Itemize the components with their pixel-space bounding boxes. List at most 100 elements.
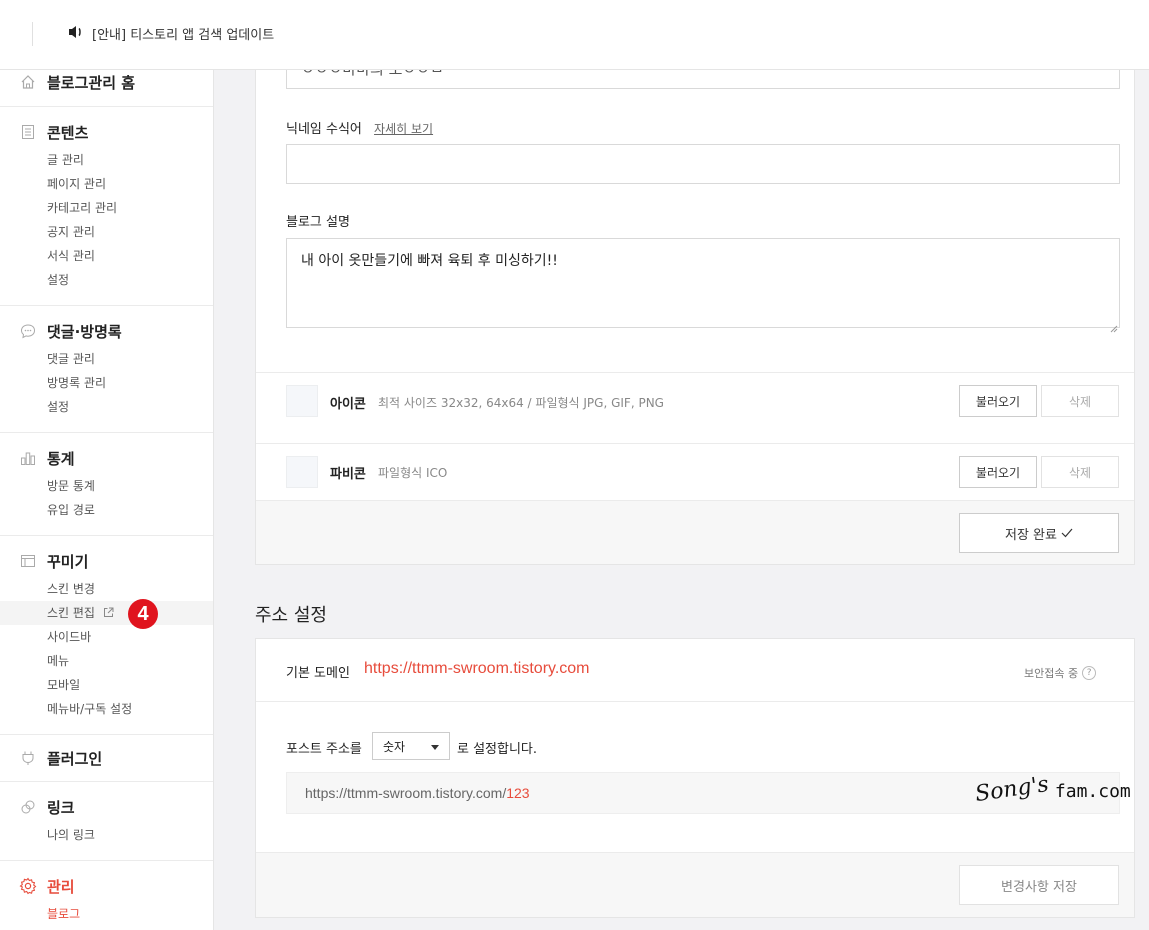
home-icon (19, 73, 37, 91)
sidebar-item-home[interactable]: 블로그관리 홈 (0, 70, 213, 94)
favicon-title: 파비콘 (330, 467, 366, 482)
watermark: Song's fam.com (974, 772, 1131, 807)
sidebar-item-menu[interactable]: 메뉴 (0, 649, 213, 673)
favicon-preview (286, 456, 318, 488)
divider (256, 701, 1134, 702)
sidebar-item-skin-change[interactable]: 스킨 변경 (0, 577, 213, 601)
bar-chart-icon (19, 449, 37, 467)
icon-delete-button[interactable]: 삭제 (1041, 385, 1119, 417)
post-addr-select[interactable]: 숫자 (372, 732, 450, 760)
sidebar-item-comments[interactable]: 댓글·방명록 (0, 319, 213, 343)
url-prefix: https://ttmm-swroom.tistory.com/ (305, 785, 507, 801)
address-card: 기본 도메인 https://ttmm-swroom.tistory.com 보… (255, 638, 1135, 918)
post-addr-label: 포스트 주소를 (286, 742, 362, 757)
secure-status: 보안접속 중 ? (1024, 665, 1134, 681)
document-icon (19, 123, 37, 141)
nickname-label: 닉네임 수식어 자세히 보기 (286, 118, 433, 137)
sidebar-stats-title: 통계 (47, 449, 75, 468)
layout-icon (19, 552, 37, 570)
post-addr-suffix: 로 설정합니다. (457, 742, 538, 757)
skin-edit-label: 스킨 편집 (47, 606, 95, 620)
caret-down-icon (431, 739, 439, 753)
sidebar-item-my-links[interactable]: 나의 링크 (0, 823, 213, 847)
notice[interactable]: [안내] 티스토리 앱 검색 업데이트 (68, 24, 274, 43)
sidebar-item-comment-manage[interactable]: 댓글 관리 (0, 347, 213, 371)
icon-preview (286, 385, 318, 417)
sidebar-item-manage[interactable]: 관리 (0, 874, 213, 898)
sidebar-section-link: 링크 나의 링크 (0, 782, 213, 861)
secure-text: 보안접속 중 (1024, 667, 1079, 680)
sidebar-item-contents-settings[interactable]: 설정 (0, 268, 213, 292)
sidebar-item-design[interactable]: 꾸미기 (0, 549, 213, 573)
speech-bubble-icon (19, 322, 37, 340)
sidebar-item-menubar[interactable]: 메뉴바/구독 설정 (0, 697, 213, 721)
post-addr-select-value: 숫자 (383, 739, 406, 754)
top-bar: [안내] 티스토리 앱 검색 업데이트 (0, 0, 1149, 70)
watermark-script: Song's (973, 771, 1051, 808)
gear-icon (19, 877, 37, 895)
default-domain-label: 기본 도메인 (286, 666, 350, 681)
blog-desc-textarea[interactable]: 내 아이 옷만들기에 빠져 육퇴 후 미싱하기!! (286, 238, 1120, 328)
nickname-label-text: 닉네임 수식어 (286, 122, 362, 137)
main-content: ㅇㅇㅇ바바의 오ㅇㅇㅁ 닉네임 수식어 자세히 보기 블로그 설명 내 아이 옷… (215, 70, 1149, 930)
sidebar-item-sidebar[interactable]: 사이드바 (0, 625, 213, 649)
nickname-detail-link[interactable]: 자세히 보기 (374, 122, 433, 136)
sidebar-item-plugin[interactable]: 플러그인 (0, 746, 213, 770)
sidebar-design-title: 꾸미기 (47, 552, 89, 571)
address-section-title: 주소 설정 (255, 605, 327, 626)
sidebar-section-design: 꾸미기 스킨 변경 스킨 편집 4 사이드바 메뉴 모바일 메뉴바/구독 설정 (0, 536, 213, 735)
divider (256, 372, 1134, 373)
sidebar-item-pages[interactable]: 페이지 관리 (0, 172, 213, 196)
sidebar-section-contents: 콘텐츠 글 관리 페이지 관리 카테고리 관리 공지 관리 서식 관리 설정 (0, 107, 213, 306)
watermark-text: fam.com (1054, 781, 1131, 802)
sidebar-item-link[interactable]: 링크 (0, 795, 213, 819)
check-icon (1061, 528, 1073, 538)
help-icon[interactable]: ? (1082, 666, 1097, 680)
sidebar-section-manage: 관리 블로그 (0, 861, 213, 930)
icon-title: 아이콘 (330, 397, 366, 412)
nickname-input[interactable] (286, 144, 1120, 184)
blog-desc-label: 블로그 설명 (286, 215, 350, 230)
sidebar-item-referrers[interactable]: 유입 경로 (0, 498, 213, 522)
sidebar-section-plugin: 플러그인 (0, 735, 213, 782)
link-icon (19, 798, 37, 816)
notice-text: [안내] 티스토리 앱 검색 업데이트 (92, 28, 275, 43)
sidebar-item-templates[interactable]: 서식 관리 (0, 244, 213, 268)
blog-name-input[interactable]: ㅇㅇㅇ바바의 오ㅇㅇㅁ (286, 70, 1120, 89)
external-link-icon (103, 602, 114, 626)
sidebar-item-guestbook[interactable]: 방명록 관리 (0, 371, 213, 395)
sidebar-item-visit-stats[interactable]: 방문 통계 (0, 474, 213, 498)
sidebar-contents-title: 콘텐츠 (47, 123, 89, 142)
sidebar-item-skin-edit[interactable]: 스킨 편집 4 (0, 599, 213, 629)
divider (256, 443, 1134, 444)
sidebar-item-contents[interactable]: 콘텐츠 (0, 120, 213, 144)
url-suffix: 123 (506, 785, 530, 801)
icon-load-button[interactable]: 불러오기 (959, 385, 1037, 417)
save-done-button[interactable]: 저장 완료 (959, 513, 1119, 553)
sidebar: 블로그관리 홈 콘텐츠 글 관리 페이지 관리 카테고리 관리 공지 관리 서식… (0, 70, 214, 930)
favicon-load-button[interactable]: 불러오기 (959, 456, 1037, 488)
sidebar-item-posts[interactable]: 글 관리 (0, 148, 213, 172)
default-domain-value[interactable]: https://ttmm-swroom.tistory.com (364, 660, 590, 678)
sidebar-comments-title: 댓글·방명록 (47, 322, 122, 341)
sidebar-item-comments-settings[interactable]: 설정 (0, 395, 213, 419)
sidebar-item-categories[interactable]: 카테고리 관리 (0, 196, 213, 220)
sidebar-item-blog[interactable]: 블로그 (0, 902, 213, 926)
sidebar-item-notices[interactable]: 공지 관리 (0, 220, 213, 244)
sidebar-manage-title: 관리 (47, 877, 75, 896)
favicon-desc: 파일형식 ICO (378, 466, 448, 480)
plug-icon (19, 749, 37, 767)
sidebar-section-home: 블로그관리 홈 (0, 70, 213, 107)
sidebar-item-stats[interactable]: 통계 (0, 446, 213, 470)
sidebar-link-title: 링크 (47, 798, 75, 817)
divider (32, 22, 33, 46)
sidebar-home-label: 블로그관리 홈 (47, 73, 136, 92)
sidebar-section-stats: 통계 방문 통계 유입 경로 (0, 433, 213, 536)
icon-desc: 최적 사이즈 32x32, 64x64 / 파일형식 JPG, GIF, PNG (378, 396, 664, 410)
favicon-delete-button[interactable]: 삭제 (1041, 456, 1119, 488)
resize-handle-icon[interactable] (1109, 318, 1118, 337)
save-changes-button[interactable]: 변경사항 저장 (959, 865, 1119, 905)
sidebar-item-mobile[interactable]: 모바일 (0, 673, 213, 697)
speaker-icon (68, 25, 92, 43)
address-footer: 변경사항 저장 (256, 852, 1134, 917)
